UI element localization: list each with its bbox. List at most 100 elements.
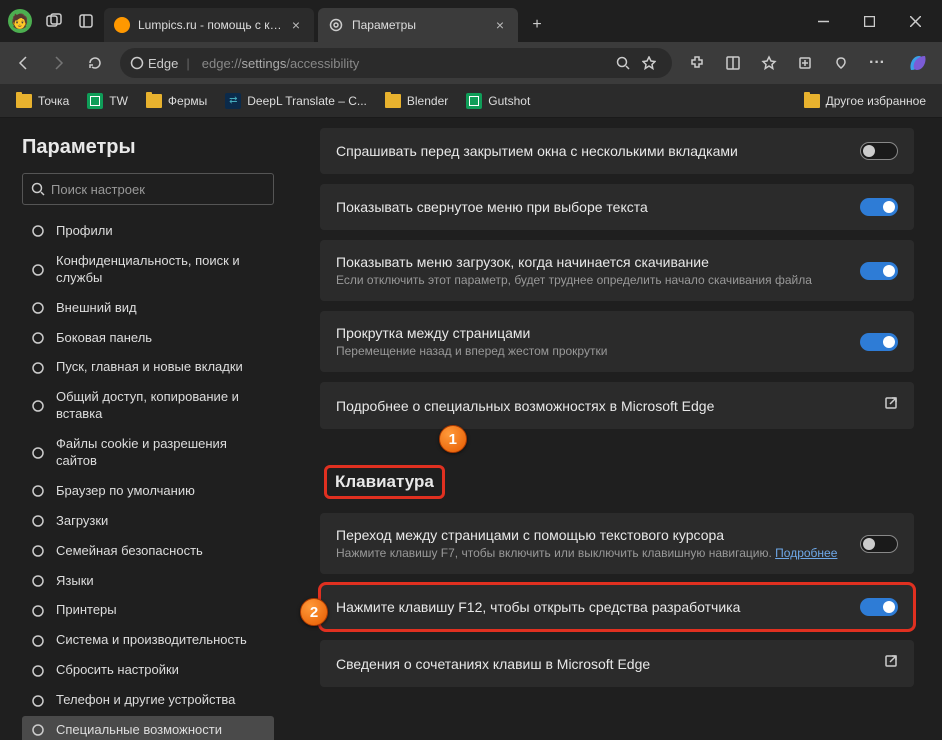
forward-button[interactable]	[42, 46, 76, 80]
folder-icon	[16, 94, 32, 108]
sidebar-item[interactable]: Система и производительность	[22, 626, 274, 655]
folder-icon	[385, 94, 401, 108]
sidebar-item[interactable]: Браузер по умолчанию	[22, 477, 274, 506]
sidebar-item[interactable]: Принтеры	[22, 596, 274, 625]
sheets-icon	[87, 93, 103, 109]
nav-item-icon	[30, 573, 46, 589]
keyboard-shortcuts-info[interactable]: Сведения о сочетаниях клавиш в Microsoft…	[320, 640, 914, 687]
favicon-lumpics	[114, 17, 130, 33]
favorites-icon[interactable]	[752, 46, 786, 80]
sidebar-item[interactable]: Конфиденциальность, поиск и службы	[22, 247, 274, 293]
nav-item-label: Система и производительность	[56, 632, 247, 649]
close-icon[interactable]: ×	[288, 17, 304, 33]
nav-item-label: Загрузки	[56, 513, 108, 530]
sidebar-item[interactable]: Пуск, главная и новые вкладки	[22, 353, 274, 382]
folder-icon	[146, 94, 162, 108]
nav-item-label: Файлы cookie и разрешения сайтов	[56, 436, 266, 470]
nav-item-icon	[30, 223, 46, 239]
sidebar-item[interactable]: Языки	[22, 567, 274, 596]
workspaces-icon[interactable]	[40, 7, 68, 35]
setting-swipe-pages[interactable]: Прокрутка между страницами Перемещение н…	[320, 311, 914, 372]
settings-nav: ПрофилиКонфиденциальность, поиск и служб…	[22, 217, 274, 740]
site-identity[interactable]: Edge |	[130, 56, 194, 71]
sidebar-item[interactable]: Боковая панель	[22, 324, 274, 353]
nav-item-label: Пуск, главная и новые вкладки	[56, 359, 243, 376]
bookmark-item[interactable]: Gutshot	[458, 89, 538, 113]
bookmark-folder[interactable]: Точка	[8, 90, 77, 112]
minimize-button[interactable]	[800, 0, 846, 42]
setting-download-menu[interactable]: Показывать меню загрузок, когда начинает…	[320, 240, 914, 301]
sidebar-item[interactable]: Семейная безопасность	[22, 537, 274, 566]
browser-tab-1[interactable]: Lumpics.ru - помощь с компьют ×	[104, 8, 314, 42]
setting-mini-menu[interactable]: Показывать свернутое меню при выборе тек…	[320, 184, 914, 230]
learn-more-link[interactable]: Подробнее	[775, 546, 837, 560]
nav-item-icon	[30, 483, 46, 499]
toggle-switch[interactable]	[860, 198, 898, 216]
browser-tab-2[interactable]: Параметры ×	[318, 8, 518, 42]
sidebar-item[interactable]: Профили	[22, 217, 274, 246]
browser-toolbar: Edge | edge://settings/accessibility ···	[0, 42, 942, 84]
nav-item-icon	[30, 722, 46, 738]
external-link-icon	[884, 654, 898, 673]
profile-avatar[interactable]: 🧑	[8, 9, 32, 33]
browser-essentials-icon[interactable]	[824, 46, 858, 80]
bookmark-folder[interactable]: Blender	[377, 90, 456, 112]
nav-item-label: Телефон и другие устройства	[56, 692, 235, 709]
copilot-icon[interactable]	[900, 45, 936, 81]
toggle-switch[interactable]	[860, 333, 898, 351]
back-button[interactable]	[6, 46, 40, 80]
bookmarks-bar: Точка TW Фермы ⇄DeepL Translate – C... B…	[0, 84, 942, 118]
more-menu-icon[interactable]: ···	[860, 46, 894, 80]
new-tab-button[interactable]: +	[522, 16, 552, 34]
nav-item-icon	[30, 300, 46, 316]
nav-item-icon	[30, 633, 46, 649]
extensions-icon[interactable]	[680, 46, 714, 80]
toggle-switch[interactable]	[860, 535, 898, 553]
close-window-button[interactable]	[892, 0, 938, 42]
external-link-icon	[884, 396, 898, 415]
bookmark-folder[interactable]: Фермы	[138, 90, 215, 112]
nav-item-icon	[30, 360, 46, 376]
sidebar-item[interactable]: Загрузки	[22, 507, 274, 536]
bookmark-item[interactable]: TW	[79, 89, 136, 113]
other-bookmarks[interactable]: Другое избранное	[796, 90, 934, 112]
refresh-button[interactable]	[78, 46, 112, 80]
search-input[interactable]: Поиск настроек	[22, 173, 274, 205]
address-bar[interactable]: Edge | edge://settings/accessibility	[120, 48, 672, 78]
page-title: Параметры	[22, 136, 274, 159]
nav-item-label: Языки	[56, 573, 94, 590]
maximize-button[interactable]	[846, 0, 892, 42]
sidebar-item[interactable]: Специальные возможности	[22, 716, 274, 740]
setting-f12-devtools[interactable]: Нажмите клавишу F12, чтобы открыть средс…	[320, 584, 914, 630]
nav-item-icon	[30, 262, 46, 278]
toggle-switch[interactable]	[860, 262, 898, 280]
split-screen-icon[interactable]	[716, 46, 750, 80]
nav-item-icon	[30, 445, 46, 461]
nav-item-label: Общий доступ, копирование и вставка	[56, 389, 266, 423]
collections-icon[interactable]	[788, 46, 822, 80]
vertical-tabs-icon[interactable]	[72, 7, 100, 35]
brand-label: Edge	[148, 56, 178, 71]
annotation-2: 2	[300, 598, 328, 626]
nav-item-icon	[30, 513, 46, 529]
toggle-switch[interactable]	[860, 598, 898, 616]
sidebar-item[interactable]: Общий доступ, копирование и вставка	[22, 383, 274, 429]
window-controls	[800, 0, 938, 42]
sidebar-item[interactable]: Внешний вид	[22, 294, 274, 323]
sidebar-item[interactable]: Файлы cookie и разрешения сайтов	[22, 430, 274, 476]
bookmark-item[interactable]: ⇄DeepL Translate – C...	[217, 89, 375, 113]
toggle-switch[interactable]	[860, 142, 898, 160]
nav-item-label: Внешний вид	[56, 300, 137, 317]
folder-icon	[804, 94, 820, 108]
setting-caret-browsing[interactable]: Переход между страницами с помощью текст…	[320, 513, 914, 574]
close-icon[interactable]: ×	[492, 17, 508, 33]
nav-item-icon	[30, 543, 46, 559]
search-placeholder: Поиск настроек	[51, 182, 145, 197]
favorite-icon[interactable]	[636, 56, 662, 70]
sidebar-item[interactable]: Телефон и другие устройства	[22, 686, 274, 715]
search-icon[interactable]	[610, 56, 636, 70]
sidebar-item[interactable]: Сбросить настройки	[22, 656, 274, 685]
accessibility-learn-more[interactable]: Подробнее о специальных возможностях в M…	[320, 382, 914, 429]
setting-ask-before-closing[interactable]: Спрашивать перед закрытием окна с нескол…	[320, 128, 914, 174]
deepl-icon: ⇄	[225, 93, 241, 109]
